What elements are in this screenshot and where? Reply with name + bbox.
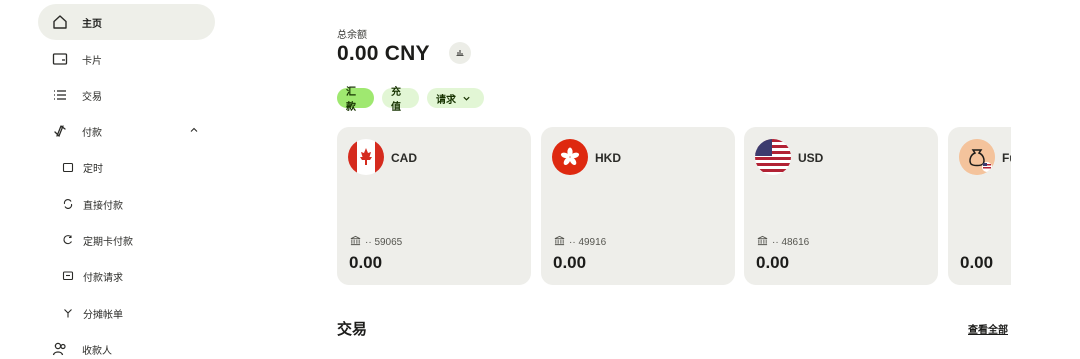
request-icon [61, 267, 75, 285]
account-row: ·· 59065 [350, 235, 402, 249]
view-all-link[interactable]: 查看全部 [968, 321, 1008, 336]
balance-card-cad[interactable]: CAD ·· 59065 0.00 [337, 127, 531, 285]
calendar-icon [61, 158, 75, 176]
sidebar-item-label: 定期卡付款 [83, 236, 133, 248]
card-amount: 0.00 [960, 253, 994, 272]
sidebar-item-label: 付款请求 [83, 272, 123, 284]
currency-code: HKD [595, 151, 621, 165]
transactions-heading: 交易 [337, 321, 368, 338]
home-icon [51, 13, 69, 31]
canada-flag-icon [348, 139, 384, 175]
bar-chart-icon [455, 44, 465, 62]
sidebar-item-label: 交易 [82, 91, 102, 103]
balance-card-fund[interactable]: Fu 0.00 [948, 127, 1011, 285]
account-number: ·· 48616 [772, 236, 810, 248]
card-amount: 0.00 [756, 253, 790, 272]
sidebar-item-label: 直接付款 [83, 200, 123, 212]
sidebar-item-label: 付款 [82, 127, 102, 139]
sidebar-item-payments[interactable]: 付款 [38, 113, 215, 149]
card-carousel-clip: Fu 0.00 [948, 127, 1011, 285]
chevron-up-icon[interactable] [189, 125, 199, 138]
sidebar-item-direct-debit[interactable]: 直接付款 [38, 186, 215, 222]
sidebar: 主页 卡片 交易 付款 定时 直接付款 定期卡付款 付款请求 分摊帐单 收款人 [0, 0, 230, 359]
currency-code: CAD [391, 151, 417, 165]
total-balance-amount: 0.00 CNY [337, 42, 430, 65]
list-icon [51, 86, 69, 104]
account-row: ·· 49916 [554, 235, 606, 249]
request-button-label: 请求 [436, 94, 456, 106]
hong-kong-flag-icon [552, 139, 588, 175]
sidebar-item-label: 主页 [82, 18, 102, 30]
recurring-icon [61, 231, 75, 249]
us-flag-icon [755, 139, 791, 175]
total-balance-label: 总余额 [337, 30, 367, 41]
card-amount: 0.00 [349, 253, 383, 272]
money-bag-icon [959, 139, 995, 175]
balance-card-hkd[interactable]: HKD ·· 49916 0.00 [541, 127, 735, 285]
sidebar-item-home[interactable]: 主页 [38, 4, 215, 40]
sidebar-item-cards[interactable]: 卡片 [38, 41, 215, 77]
bank-icon [350, 235, 361, 249]
sidebar-item-label: 定时 [83, 163, 103, 175]
sidebar-item-label: 收款人 [82, 345, 112, 357]
currency-code: USD [798, 151, 824, 165]
currency-code: Fu [1002, 151, 1011, 165]
sidebar-item-payment-requests[interactable]: 付款请求 [38, 258, 215, 294]
sidebar-item-recurring-card[interactable]: 定期卡付款 [38, 222, 215, 258]
topup-button[interactable]: 充值 [382, 87, 419, 113]
sidebar-item-label: 分摊帐单 [83, 309, 123, 321]
bank-icon [757, 235, 768, 249]
account-row: ·· 48616 [757, 235, 809, 249]
sidebar-item-recipients[interactable]: 收款人 [38, 331, 215, 359]
split-icon [61, 304, 75, 322]
insights-button[interactable] [449, 42, 471, 64]
transfer-arrows-icon [51, 122, 69, 140]
sidebar-item-split-bill[interactable]: 分摊帐单 [38, 295, 215, 331]
sidebar-item-label: 卡片 [82, 55, 102, 67]
sidebar-item-transactions[interactable]: 交易 [38, 77, 215, 113]
balance-card-usd[interactable]: USD ·· 48616 0.00 [744, 127, 938, 285]
chevron-down-icon [462, 94, 471, 103]
account-number: ·· 49916 [569, 236, 607, 248]
recipients-icon [51, 340, 69, 358]
refresh-icon [61, 195, 75, 213]
sidebar-item-scheduled[interactable]: 定时 [38, 149, 215, 185]
account-number: ·· 59065 [365, 236, 403, 248]
request-button[interactable]: 请求 [427, 88, 484, 108]
card-icon [51, 50, 69, 68]
send-button[interactable]: 汇款 [337, 87, 374, 113]
bank-icon [554, 235, 565, 249]
card-amount: 0.00 [553, 253, 587, 272]
